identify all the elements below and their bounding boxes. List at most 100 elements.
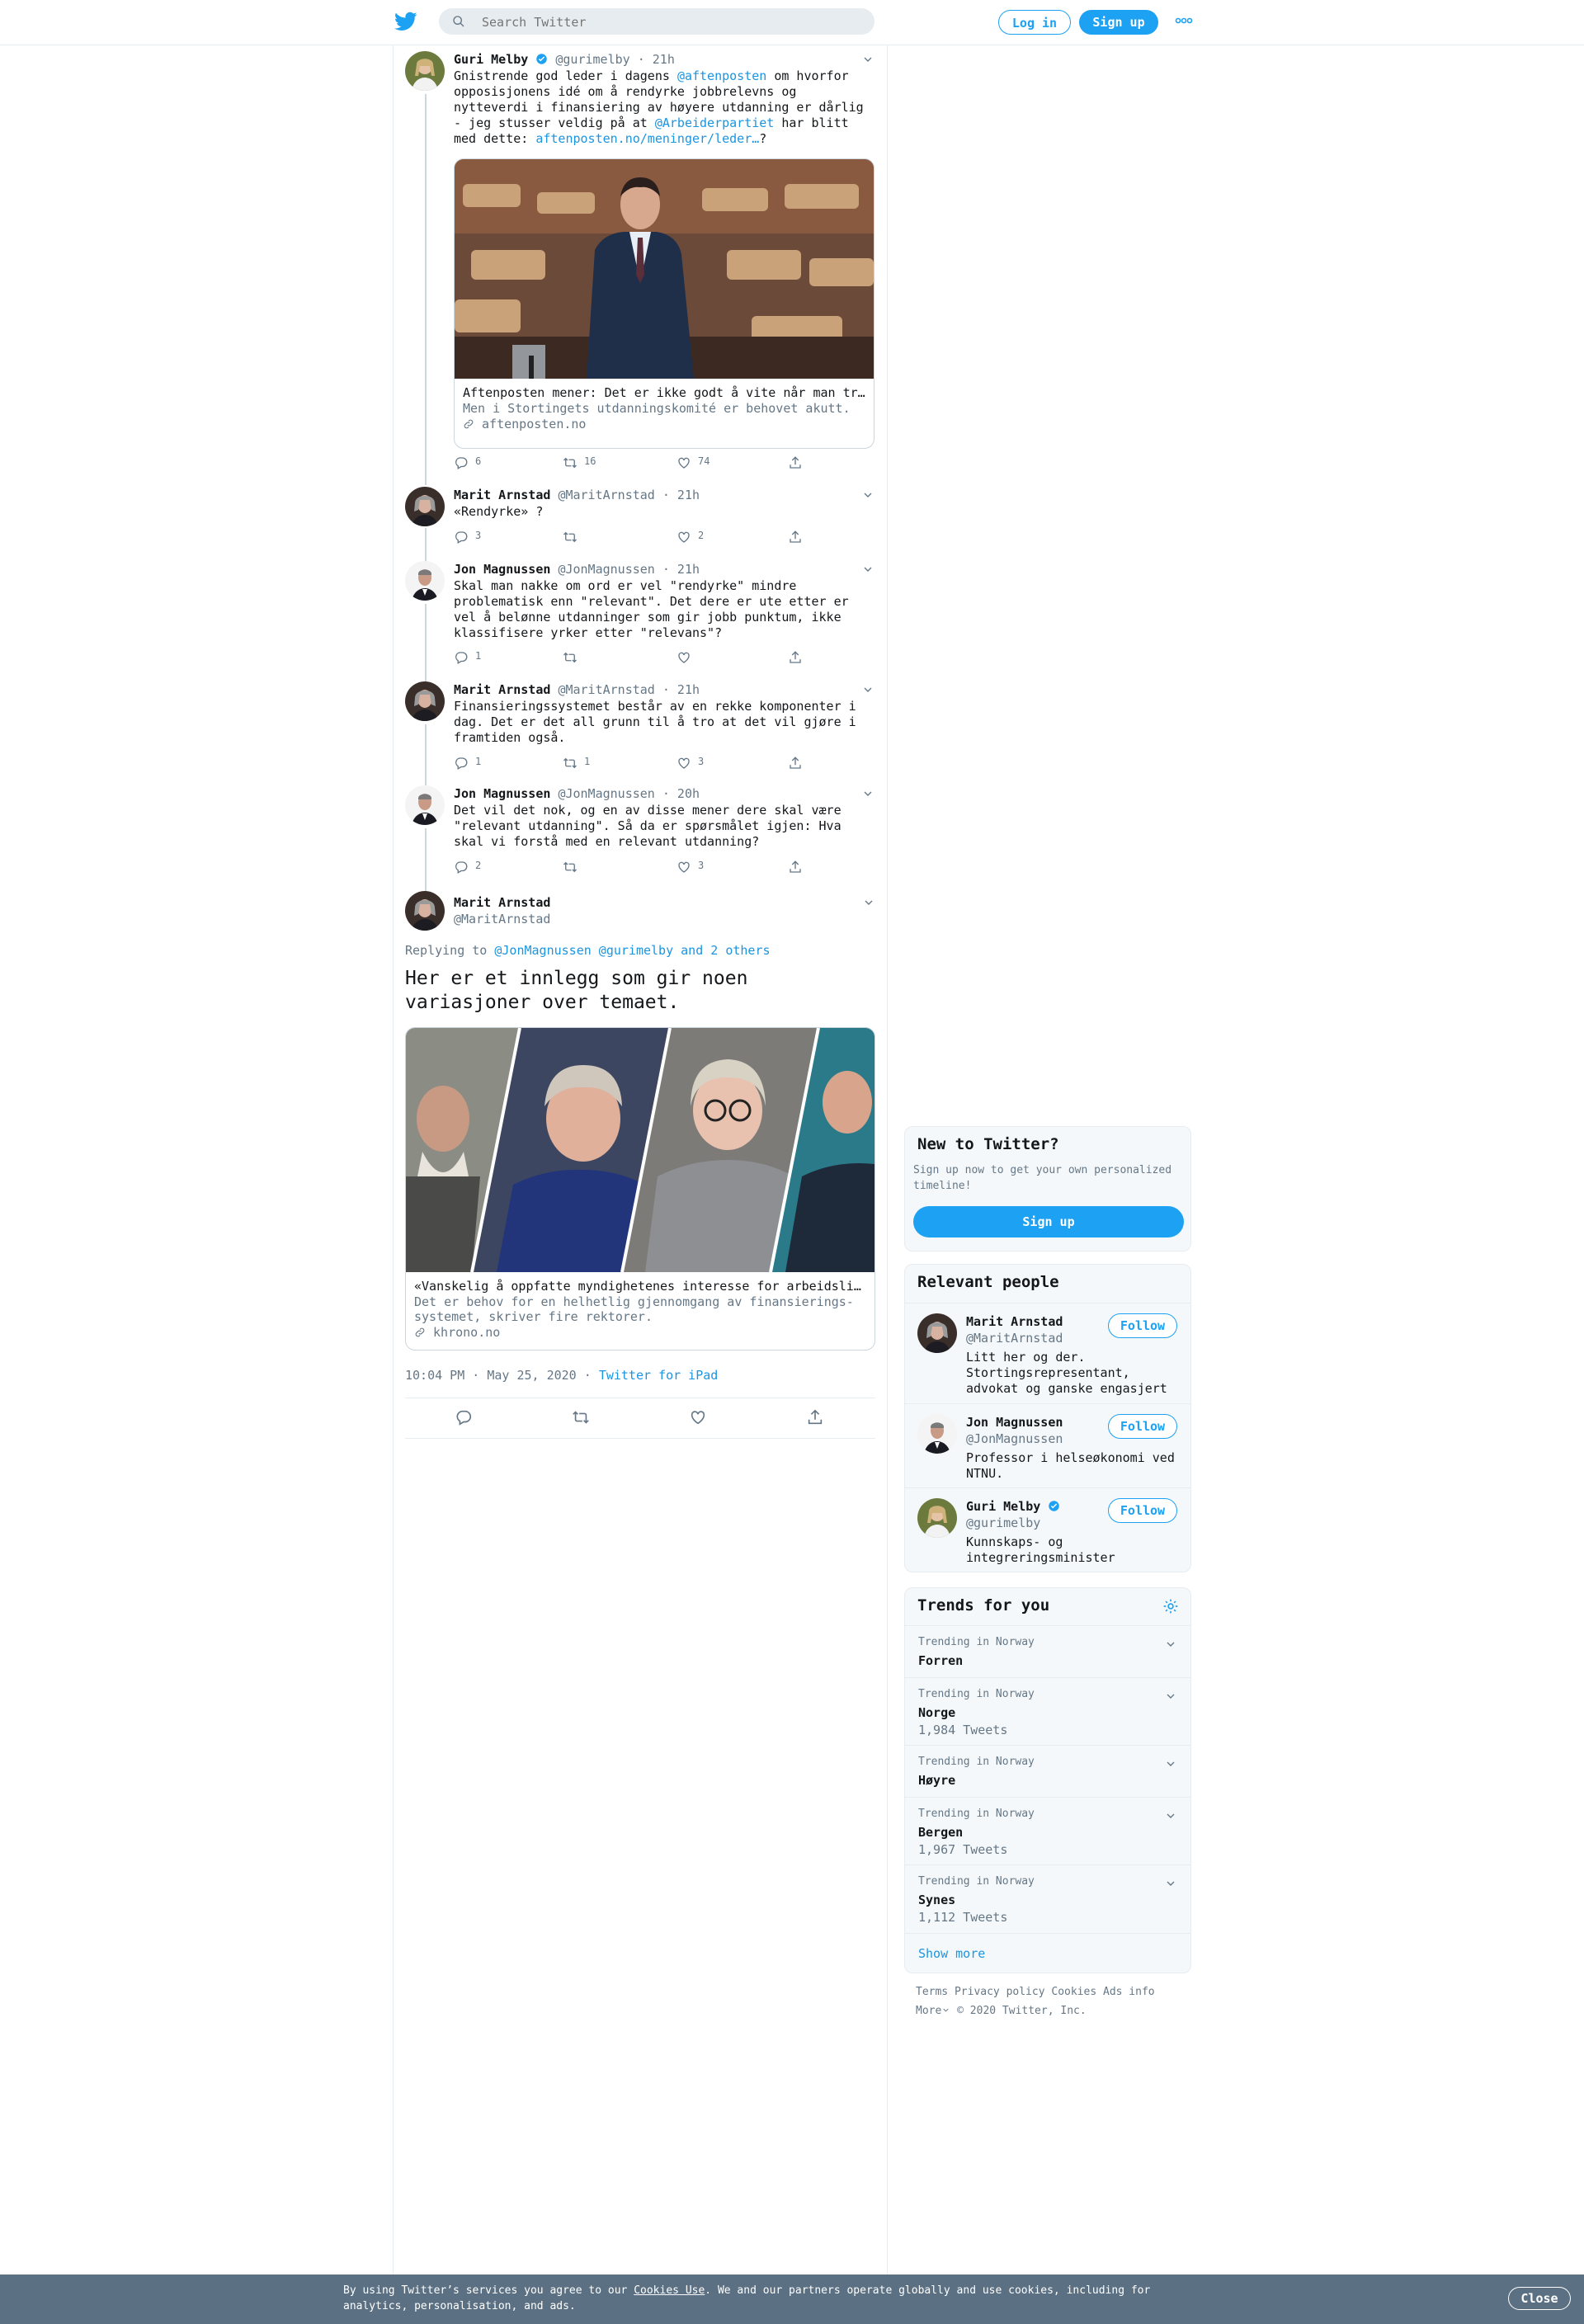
person-handle[interactable]: @MaritArnstad [966, 1330, 1063, 1346]
reply-button[interactable]: 3 [454, 530, 481, 546]
retweet-button[interactable]: 16 [563, 455, 596, 472]
link-card[interactable]: «Vanskelig å oppfatte myndighetenes inte… [405, 1027, 875, 1351]
sidebar-signup-button[interactable]: Sign up [913, 1206, 1184, 1237]
trend-item[interactable]: Trending in Norway Synes 1,112 Tweets [905, 1864, 1190, 1933]
heart-icon[interactable] [689, 1408, 707, 1426]
author-name[interactable]: Marit Arnstad [454, 488, 550, 502]
avatar[interactable] [917, 1498, 957, 1538]
reply-button[interactable]: 2 [454, 860, 481, 876]
chevron-down-icon[interactable] [861, 683, 874, 696]
retweet-icon[interactable] [572, 1408, 590, 1426]
chevron-down-icon[interactable] [861, 787, 874, 800]
reply-button[interactable]: 1 [454, 650, 481, 667]
share-button[interactable] [788, 530, 803, 546]
share-button[interactable] [788, 455, 803, 472]
thread-tweet[interactable]: Marit Arnstad @MaritArnstad · 21h Finans… [405, 681, 875, 774]
avatar[interactable] [405, 561, 445, 601]
avatar[interactable] [405, 487, 445, 526]
tweet-time[interactable]: · 21h [662, 682, 700, 697]
link-card[interactable]: Aftenposten mener: Det er ikke godt å vi… [454, 158, 874, 449]
gear-icon[interactable] [1162, 1598, 1179, 1615]
tweet-time[interactable]: · 21h [638, 52, 675, 67]
follow-button[interactable]: Follow [1108, 1313, 1177, 1338]
person-item[interactable]: Guri Melby @gurimelby Kunnskaps- og inte… [905, 1487, 1190, 1572]
person-name[interactable]: Jon Magnussen [966, 1414, 1063, 1431]
avatar[interactable] [917, 1313, 957, 1353]
trend-item[interactable]: Trending in Norway Bergen 1,967 Tweets [905, 1797, 1190, 1865]
retweet-button[interactable] [563, 650, 584, 667]
person-item[interactable]: Marit Arnstad @MaritArnstad Litt her og … [905, 1303, 1190, 1402]
trend-item[interactable]: Trending in Norway Norge 1,984 Tweets [905, 1677, 1190, 1746]
like-button[interactable]: 3 [676, 756, 704, 772]
footer-more-button[interactable]: More [916, 2005, 950, 2017]
more-options-icon[interactable] [1175, 15, 1193, 26]
person-name[interactable]: Guri Melby [966, 1499, 1040, 1514]
mention-link[interactable]: @Arbeiderpartiet [655, 115, 775, 130]
avatar[interactable] [405, 681, 445, 721]
chevron-down-icon[interactable] [862, 896, 875, 909]
footer-link-privacy[interactable]: Privacy policy [955, 1986, 1045, 1998]
author-handle[interactable]: @JonMagnussen [558, 562, 654, 577]
follow-button[interactable]: Follow [1108, 1414, 1177, 1439]
person-handle[interactable]: @JonMagnussen [966, 1431, 1063, 1447]
retweet-button[interactable]: 1 [563, 756, 590, 772]
show-more-link[interactable]: Show more [918, 1946, 985, 1961]
thread-tweet[interactable]: Jon Magnussen @JonMagnussen · 20h Det vi… [405, 785, 875, 878]
author-handle[interactable]: @JonMagnussen [558, 786, 654, 801]
avatar[interactable] [405, 891, 445, 931]
mention-link[interactable]: @aftenposten [677, 68, 766, 83]
like-button[interactable]: 3 [676, 860, 704, 876]
chevron-down-icon[interactable] [1164, 1757, 1177, 1770]
share-button[interactable] [788, 650, 803, 667]
chevron-down-icon[interactable] [861, 53, 874, 66]
trend-item[interactable]: Trending in Norway Forren [905, 1625, 1190, 1677]
share-button[interactable] [788, 860, 803, 876]
cookies-use-link[interactable]: Cookies Use [634, 2284, 705, 2297]
author-name[interactable]: Guri Melby [454, 52, 528, 67]
search-input[interactable] [480, 8, 863, 36]
retweet-button[interactable] [563, 530, 584, 546]
footer-link-cookies[interactable]: Cookies [1051, 1986, 1096, 1998]
reply-button[interactable]: 6 [454, 455, 481, 472]
author-handle[interactable]: @MaritArnstad [558, 488, 654, 502]
url-link[interactable]: aftenposten.no/meninger/leder… [535, 131, 759, 146]
thread-tweet[interactable]: Marit Arnstad @MaritArnstad · 21h «Rendy… [405, 487, 875, 553]
thread-tweet[interactable]: Guri Melby @gurimelby · 21h Gnistrende g… [405, 51, 875, 480]
tweet-time[interactable]: · 21h [662, 488, 700, 502]
twitter-logo-icon[interactable] [394, 10, 417, 33]
chevron-down-icon[interactable] [1164, 1690, 1177, 1703]
search-box[interactable] [439, 8, 874, 36]
share-button[interactable] [788, 756, 803, 772]
chevron-down-icon[interactable] [1164, 1809, 1177, 1822]
signup-button[interactable]: Sign up [1079, 10, 1158, 35]
chevron-down-icon[interactable] [861, 563, 874, 576]
author-handle[interactable]: @MaritArnstad [558, 682, 654, 697]
like-button[interactable]: 2 [676, 530, 704, 546]
retweet-button[interactable] [563, 860, 584, 876]
replying-to-link[interactable]: @JonMagnussen @gurimelby and 2 others [494, 943, 770, 958]
person-handle[interactable]: @gurimelby [966, 1515, 1060, 1531]
chevron-down-icon[interactable] [1164, 1877, 1177, 1890]
footer-link-terms[interactable]: Terms [916, 1986, 948, 1998]
tweet-source-link[interactable]: Twitter for iPad [599, 1368, 719, 1383]
reply-icon[interactable] [455, 1408, 473, 1426]
tweet-time[interactable]: · 20h [662, 786, 700, 801]
author-name[interactable]: Marit Arnstad [454, 682, 550, 697]
person-name[interactable]: Marit Arnstad [966, 1313, 1063, 1330]
trend-item[interactable]: Trending in Norway Høyre [905, 1745, 1190, 1797]
author-handle[interactable]: @MaritArnstad [454, 911, 550, 927]
avatar[interactable] [405, 51, 445, 91]
author-name[interactable]: Marit Arnstad [454, 894, 550, 911]
cookie-close-button[interactable]: Close [1508, 2287, 1571, 2310]
chevron-down-icon[interactable] [861, 488, 874, 502]
reply-button[interactable]: 1 [454, 756, 481, 772]
author-name[interactable]: Jon Magnussen [454, 562, 550, 577]
chevron-down-icon[interactable] [1164, 1638, 1177, 1651]
avatar[interactable] [917, 1414, 957, 1454]
tweet-time[interactable]: · 21h [662, 562, 700, 577]
footer-link-ads-info[interactable]: Ads info [1103, 1986, 1155, 1998]
like-button[interactable]: 74 [676, 455, 710, 472]
share-icon[interactable] [806, 1408, 824, 1426]
author-handle[interactable]: @gurimelby [555, 52, 629, 67]
avatar[interactable] [405, 785, 445, 825]
